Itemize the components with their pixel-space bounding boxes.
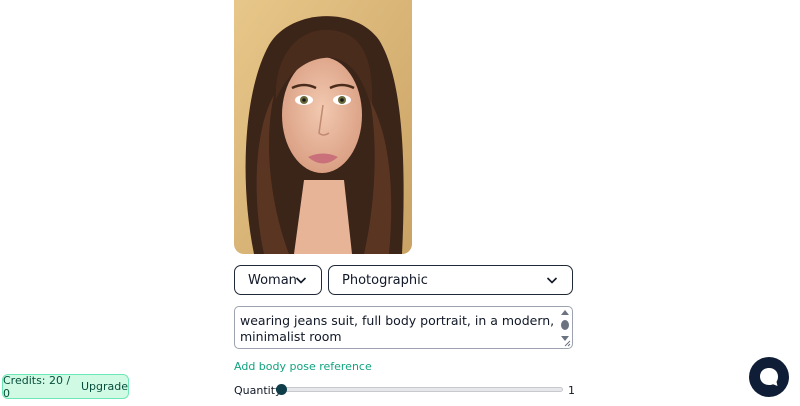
portrait-image xyxy=(234,0,412,254)
credits-badge[interactable]: Credits: 20 / 0 Upgrade xyxy=(2,373,129,400)
prompt-textarea[interactable]: wearing jeans suit, full body portrait, … xyxy=(234,306,573,349)
gender-select-value: Woman xyxy=(248,272,297,288)
prompt-text: wearing jeans suit, full body portrait, … xyxy=(240,313,555,344)
chevron-down-icon xyxy=(295,277,307,284)
resize-handle-icon[interactable] xyxy=(564,340,571,347)
scrollbar[interactable] xyxy=(560,309,570,343)
style-select-value: Photographic xyxy=(342,272,428,288)
gender-select[interactable]: Woman xyxy=(234,265,322,295)
upgrade-link[interactable]: Upgrade xyxy=(81,380,128,393)
credits-label: Credits: 20 / 0 xyxy=(3,373,71,400)
quantity-slider-track[interactable] xyxy=(280,387,563,392)
chevron-down-icon xyxy=(546,277,558,284)
quantity-slider-thumb[interactable] xyxy=(276,384,287,395)
style-select[interactable]: Photographic xyxy=(328,265,573,295)
chat-bubble-icon xyxy=(760,368,778,386)
chat-button[interactable] xyxy=(749,357,789,397)
add-body-pose-link[interactable]: Add body pose reference xyxy=(234,360,372,373)
quantity-value: 1 xyxy=(568,384,575,397)
quantity-label: Quantity xyxy=(234,384,282,397)
